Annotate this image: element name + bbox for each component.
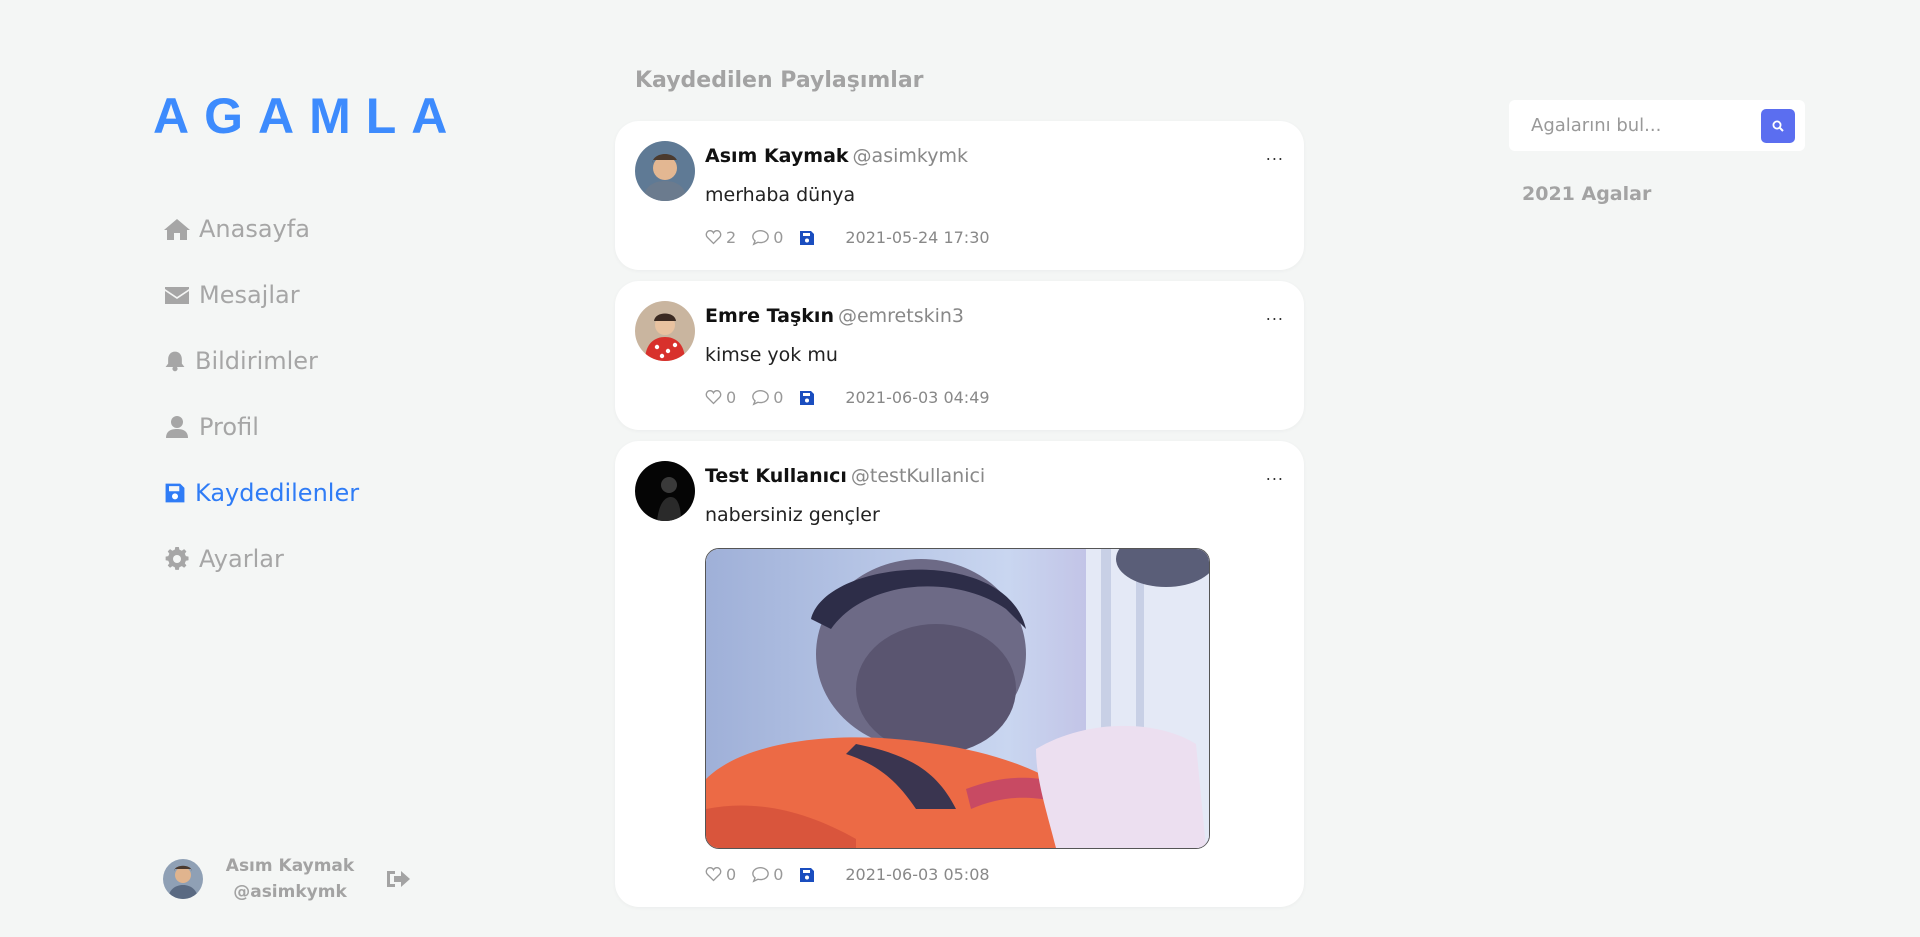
comment-count: 0 bbox=[773, 228, 784, 247]
current-user-panel: Asım Kaymak @asimkymk bbox=[163, 853, 411, 905]
post-avatar[interactable] bbox=[635, 141, 695, 201]
save-icon bbox=[165, 483, 185, 503]
current-user-avatar[interactable] bbox=[163, 859, 203, 899]
current-user-name: Asım Kaymak bbox=[225, 856, 355, 876]
post-author-handle[interactable]: @asimkymk bbox=[853, 145, 968, 167]
bell-icon bbox=[165, 351, 185, 372]
nav-item-ayarlar[interactable]: Ayarlar bbox=[163, 526, 359, 592]
post-author-name[interactable]: Emre Taşkın bbox=[705, 305, 834, 327]
post-date: 2021-05-24 17:30 bbox=[845, 228, 990, 247]
post-text: nabersiniz gençler bbox=[705, 504, 880, 526]
post-image[interactable] bbox=[705, 548, 1210, 849]
nav-label: Kaydedilenler bbox=[195, 479, 360, 507]
nav-label: Ayarlar bbox=[199, 545, 284, 573]
post-avatar[interactable] bbox=[635, 301, 695, 361]
post-avatar[interactable] bbox=[635, 461, 695, 521]
like-button[interactable]: 0 bbox=[705, 865, 736, 884]
save-post-button[interactable] bbox=[799, 867, 819, 883]
nav-label: Bildirimler bbox=[195, 347, 318, 375]
comment-icon bbox=[752, 230, 770, 246]
search-button[interactable] bbox=[1761, 109, 1795, 143]
section-title: 2021 Agalar bbox=[1522, 183, 1652, 205]
nav-item-mesajlar[interactable]: Mesajlar bbox=[163, 262, 359, 328]
nav-label: Profil bbox=[199, 413, 259, 441]
main-nav: Anasayfa Mesajlar Bildirimler Profil Kay… bbox=[163, 196, 359, 592]
heart-icon bbox=[705, 390, 722, 405]
post-author-handle[interactable]: @emretskin3 bbox=[838, 305, 964, 327]
save-post-button[interactable] bbox=[799, 390, 819, 406]
home-icon bbox=[164, 219, 190, 240]
nav-label: Mesajlar bbox=[199, 281, 300, 309]
post-more-button[interactable]: ... bbox=[1266, 305, 1284, 324]
like-count: 0 bbox=[726, 388, 737, 407]
page-title: Kaydedilen Paylaşımlar bbox=[635, 68, 924, 93]
search-input[interactable] bbox=[1529, 114, 1753, 137]
like-count: 2 bbox=[726, 228, 737, 247]
save-icon bbox=[800, 230, 815, 245]
post-date: 2021-06-03 05:08 bbox=[845, 865, 990, 884]
comment-icon bbox=[752, 390, 770, 406]
nav-item-profil[interactable]: Profil bbox=[163, 394, 359, 460]
post-card: Asım Kaymak @asimkymk ... merhaba dünya 2… bbox=[615, 121, 1304, 270]
like-button[interactable]: 0 bbox=[705, 388, 736, 407]
nav-item-bildirimler[interactable]: Bildirimler bbox=[163, 328, 359, 394]
nav-item-anasayfa[interactable]: Anasayfa bbox=[163, 196, 359, 262]
app-logo[interactable]: AGAMLA bbox=[153, 86, 462, 146]
like-count: 0 bbox=[726, 865, 737, 884]
comment-count: 0 bbox=[773, 388, 784, 407]
user-icon bbox=[166, 416, 188, 438]
post-text: kimse yok mu bbox=[705, 344, 838, 366]
comment-button[interactable]: 0 bbox=[752, 228, 783, 247]
like-button[interactable]: 2 bbox=[705, 228, 736, 247]
search-icon bbox=[1772, 120, 1784, 132]
logout-icon[interactable] bbox=[385, 867, 411, 891]
post-more-button[interactable]: ... bbox=[1266, 465, 1284, 484]
comment-button[interactable]: 0 bbox=[752, 388, 783, 407]
post-card: Test Kullanıcı @testKullanici ... nabersi… bbox=[615, 441, 1304, 907]
nav-label: Anasayfa bbox=[199, 215, 310, 243]
save-icon bbox=[800, 867, 815, 882]
heart-icon bbox=[705, 867, 722, 882]
save-icon bbox=[800, 390, 815, 405]
post-card: Emre Taşkın @emretskin3 ... kimse yok mu … bbox=[615, 281, 1304, 430]
save-post-button[interactable] bbox=[799, 230, 819, 246]
current-user-handle: @asimkymk bbox=[233, 882, 347, 902]
post-author-name[interactable]: Asım Kaymak bbox=[705, 145, 849, 167]
nav-item-kaydedilenler[interactable]: Kaydedilenler bbox=[163, 460, 359, 526]
comment-icon bbox=[752, 867, 770, 883]
envelope-icon bbox=[165, 287, 189, 304]
post-text: merhaba dünya bbox=[705, 184, 856, 206]
post-date: 2021-06-03 04:49 bbox=[845, 388, 990, 407]
gear-icon bbox=[165, 547, 189, 570]
comment-count: 0 bbox=[773, 865, 784, 884]
post-more-button[interactable]: ... bbox=[1266, 145, 1284, 164]
search-box bbox=[1509, 100, 1805, 151]
post-author-name[interactable]: Test Kullanıcı bbox=[705, 465, 847, 487]
comment-button[interactable]: 0 bbox=[752, 865, 783, 884]
post-author-handle[interactable]: @testKullanici bbox=[851, 465, 985, 487]
heart-icon bbox=[705, 230, 722, 245]
